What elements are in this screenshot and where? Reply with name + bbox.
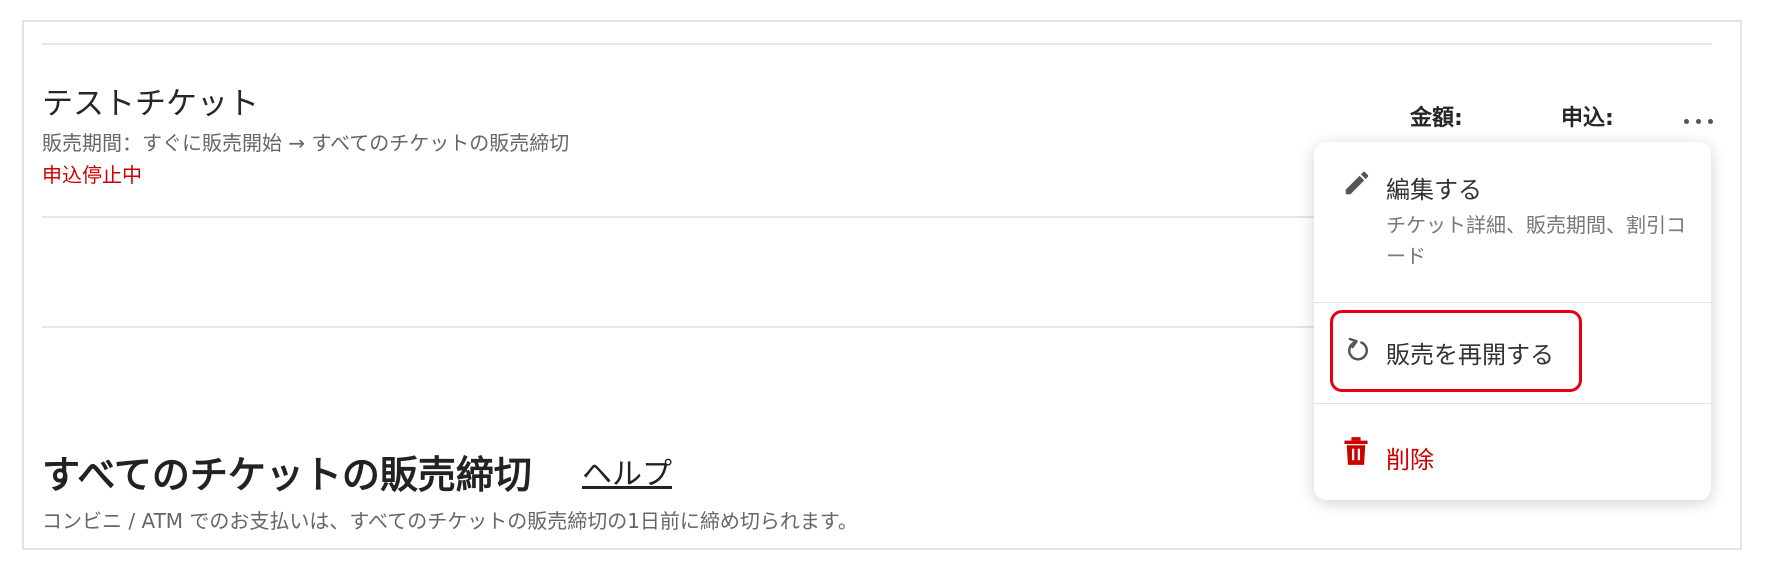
help-link[interactable]: ヘルプ [582, 449, 672, 493]
menu-divider [1314, 403, 1711, 404]
more-dots-icon [1684, 119, 1689, 124]
divider-ticket-bottom [42, 216, 1314, 218]
menu-item-edit-label: 編集する [1386, 176, 1482, 204]
applications-column-label: 申込: [1561, 106, 1614, 131]
more-options-button[interactable] [1683, 111, 1715, 131]
menu-item-resume-label: 販売を再開する [1386, 341, 1554, 369]
divider-top [42, 43, 1712, 45]
pencil-icon [1342, 168, 1372, 202]
ticket-name: テストチケット [42, 86, 259, 122]
sales-deadline-title: すべてのチケットの販売締切 [42, 453, 532, 497]
menu-item-delete[interactable]: 削除 [1314, 410, 1711, 500]
refresh-icon [1343, 333, 1373, 367]
amount-column-label: 金額: [1410, 106, 1463, 131]
trash-icon [1342, 436, 1370, 470]
menu-item-edit-description: チケット詳細、販売期間、割引コード [1386, 213, 1686, 268]
ticket-status: 申込停止中 [42, 163, 142, 187]
divider-middle [42, 326, 1314, 328]
menu-item-delete-label: 削除 [1386, 446, 1434, 474]
ticket-sale-period: 販売期間：すぐに販売開始 → すべてのチケットの販売締切 [42, 131, 570, 155]
sales-deadline-description: コンビニ / ATM でのお支払いは、すべてのチケットの販売締切の1日前に締め切… [42, 509, 858, 533]
menu-item-edit[interactable]: 編集する チケット詳細、販売期間、割引コード [1314, 142, 1711, 302]
menu-item-resume-sales[interactable]: 販売を再開する [1330, 310, 1582, 392]
ticket-actions-menu: 編集する チケット詳細、販売期間、割引コード 販売を再開する 削除 [1314, 142, 1711, 500]
menu-divider [1314, 302, 1711, 303]
